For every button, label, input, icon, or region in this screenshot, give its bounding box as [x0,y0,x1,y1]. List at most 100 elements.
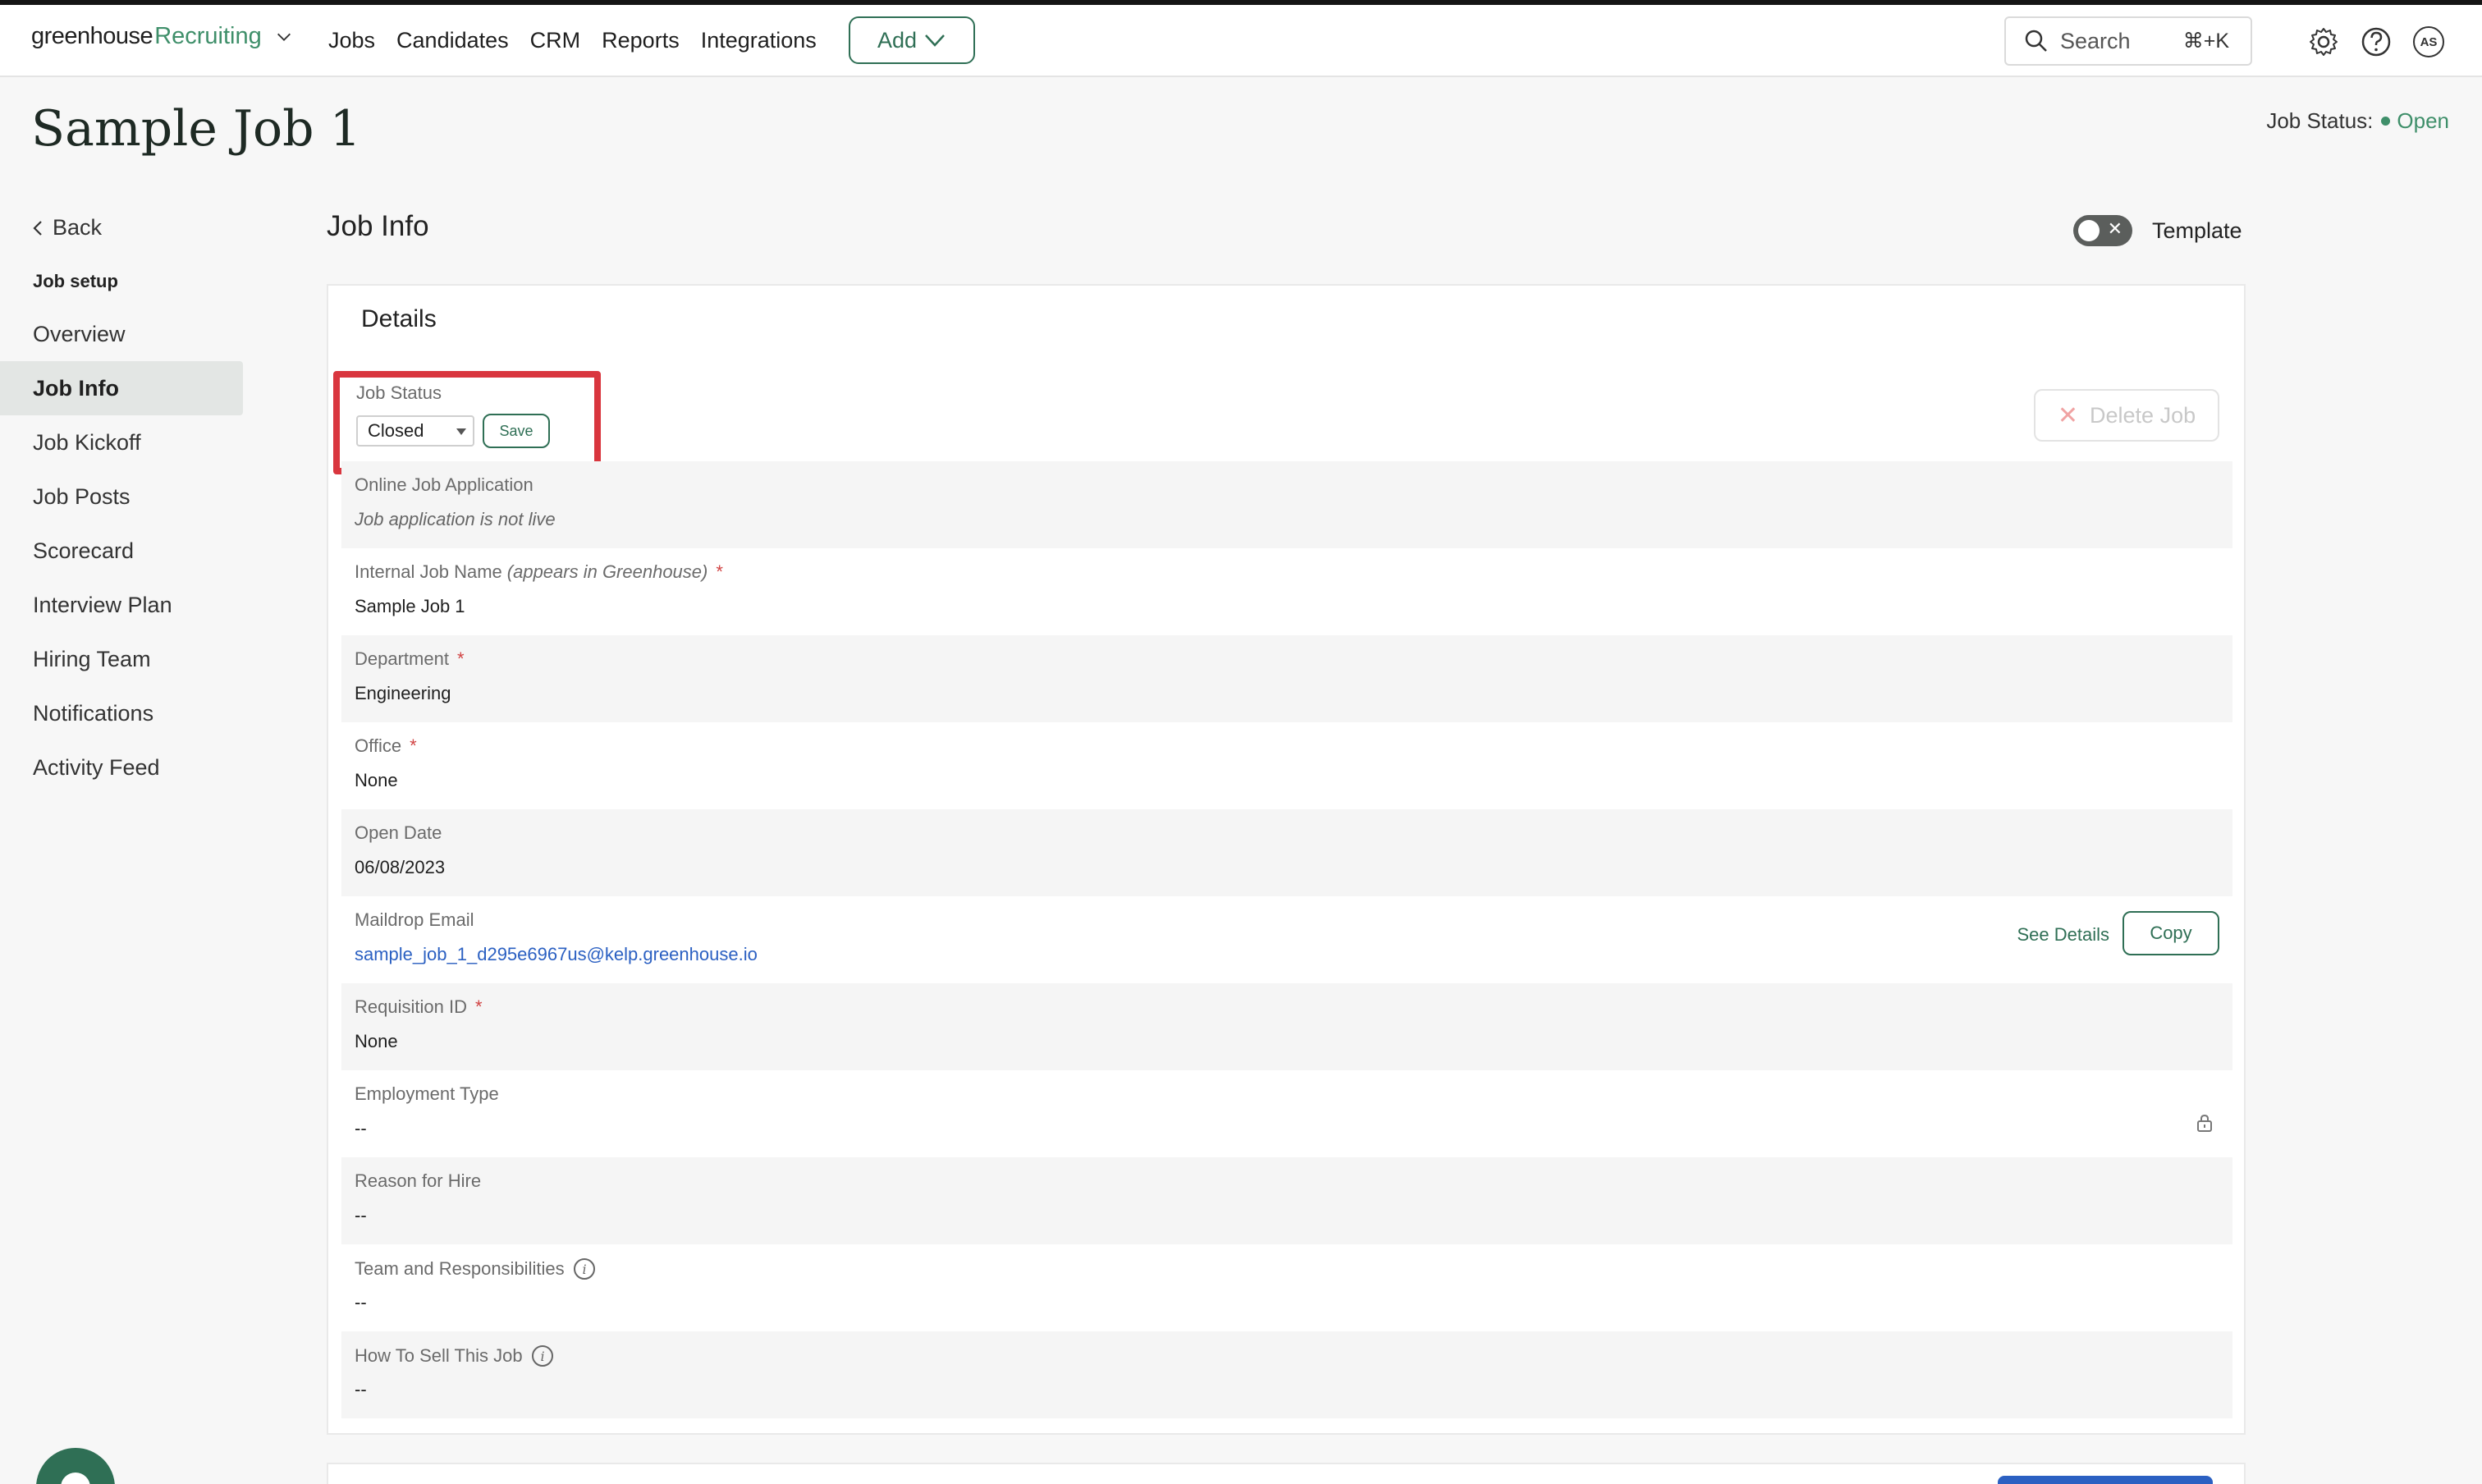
nav-jobs[interactable]: Jobs [328,28,375,53]
field-how-to-sell-this-job: How To Sell This Job i -- [341,1331,2232,1418]
chevron-down-icon [277,33,291,41]
details-card: Details Job Status Closed Save ✕ Delete … [327,284,2246,1435]
primary-action-button[interactable] [1998,1476,2213,1484]
add-button-label: Add [877,27,918,53]
field-internal-job-name: Internal Job Name (appears in Greenhouse)… [341,548,2232,635]
logo-recruiting: Recruiting [154,23,262,49]
sidebar-item-scorecard[interactable]: Scorecard [0,524,243,578]
job-status-indicator: Job Status: Open [2266,108,2449,134]
info-icon[interactable]: i [531,1344,554,1367]
field-label: Department * [355,648,465,669]
avatar-initials: AS [2420,34,2438,49]
search-placeholder: Search [2060,28,2131,53]
field-office: Office * None [341,722,2232,809]
field-maildrop-email: Maildrop Email sample_job_1_d295e6967us@… [341,896,2232,983]
close-icon: ✕ [2107,218,2123,239]
sidebar-item-job-kickoff[interactable]: Job Kickoff [0,415,243,469]
job-status-label: Job Status: [2266,108,2374,133]
sidebar-item-job-posts[interactable]: Job Posts [0,469,243,524]
field-label: Reason for Hire [355,1170,482,1191]
nav-crm[interactable]: CRM [530,28,581,53]
field-online-job-application: Online Job Application Job application i… [341,461,2232,548]
card-title: Details [361,305,437,332]
field-label: Open Date [355,822,442,843]
add-button[interactable]: Add [849,16,975,64]
job-status-selected: Closed [368,420,424,441]
delete-job-button[interactable]: ✕ Delete Job [2034,389,2219,442]
template-toggle[interactable]: ✕ [2073,215,2132,246]
next-card [327,1463,2246,1484]
nav-reports[interactable]: Reports [602,28,680,53]
field-department: Department * Engineering [341,635,2232,722]
field-value: 06/08/2023 [355,857,446,877]
svg-text:i: i [540,1349,544,1364]
field-value: Job application is not live [355,509,556,529]
field-label: Employment Type [355,1083,499,1104]
chevron-left-icon [33,220,42,236]
sidebar-item-interview-plan[interactable]: Interview Plan [0,578,243,632]
maildrop-email-link[interactable]: sample_job_1_d295e6967us@kelp.greenhouse… [355,944,758,965]
chat-icon [61,1473,90,1484]
field-label: Requisition ID * [355,996,483,1017]
sidebar-item-overview[interactable]: Overview [0,307,243,361]
sidebar-item-hiring-team[interactable]: Hiring Team [0,632,243,686]
field-label: Internal Job Name (appears in Greenhouse)… [355,561,723,582]
product-switcher[interactable]: greenhouse Recruiting [31,23,293,50]
field-team-and-responsibilities: Team and Responsibilities i -- [341,1244,2232,1331]
sidebar-nav: Overview Job Info Job Kickoff Job Posts … [0,307,243,795]
field-value: None [355,770,398,790]
field-label: Maildrop Email [355,909,474,930]
field-value: -- [355,1292,367,1312]
caret-down-icon [456,428,466,435]
status-dot-icon [2381,117,2391,126]
save-button[interactable]: Save [483,414,550,448]
sidebar-item-activity-feed[interactable]: Activity Feed [0,740,243,795]
field-value: Engineering [355,683,451,703]
back-link[interactable]: Back [31,215,102,240]
nav-candidates[interactable]: Candidates [396,28,509,53]
field-employment-type: Employment Type -- [341,1070,2232,1157]
field-value: -- [355,1205,367,1225]
sidebar-item-notifications[interactable]: Notifications [0,686,243,740]
field-label: Office * [355,735,417,756]
field-value: -- [355,1118,367,1138]
job-status-value: Open [2397,108,2449,133]
field-reason-for-hire: Reason for Hire -- [341,1157,2232,1244]
field-value: Sample Job 1 [355,596,465,616]
field-label: Online Job Application [355,474,533,495]
template-label: Template [2152,218,2242,243]
field-open-date: Open Date 06/08/2023 [341,809,2232,896]
delete-job-label: Delete Job [2090,402,2196,428]
toggle-knob [2078,220,2100,241]
copy-button[interactable]: Copy [2123,911,2219,955]
back-label: Back [53,215,103,240]
svg-text:i: i [582,1262,586,1277]
close-icon: ✕ [2057,401,2079,429]
sidebar-item-job-info[interactable]: Job Info [0,361,243,415]
search-box[interactable]: Search ⌘+K [2004,16,2252,66]
field-value: None [355,1031,398,1051]
page-title: Sample Job 1 [31,100,361,158]
search-icon [2025,30,2047,52]
logo-greenhouse: greenhouse [31,23,153,49]
user-avatar[interactable]: AS [2413,26,2444,57]
section-title: Job Info [327,210,429,242]
field-label: How To Sell This Job i [355,1344,554,1367]
job-status-select[interactable]: Closed [356,415,474,447]
lock-icon [2197,1114,2212,1132]
help-icon[interactable] [2361,26,2392,57]
gear-icon[interactable] [2308,26,2339,57]
main-nav: Jobs Candidates CRM Reports Integrations [328,28,838,53]
see-details-link[interactable]: See Details [2017,924,2109,946]
chat-launcher[interactable] [36,1448,115,1484]
field-label: Team and Responsibilities i [355,1257,596,1280]
top-header: greenhouse Recruiting Jobs Candidates CR… [0,5,2482,77]
chevron-down-icon [925,34,945,47]
job-status-field-label: Job Status [356,382,442,403]
nav-integrations[interactable]: Integrations [701,28,817,53]
search-shortcut: ⌘+K [2182,30,2229,53]
sidebar-heading: Job setup [33,271,118,291]
field-requisition-id: Requisition ID * None [341,983,2232,1070]
field-value: -- [355,1379,367,1399]
info-icon[interactable]: i [573,1257,596,1280]
